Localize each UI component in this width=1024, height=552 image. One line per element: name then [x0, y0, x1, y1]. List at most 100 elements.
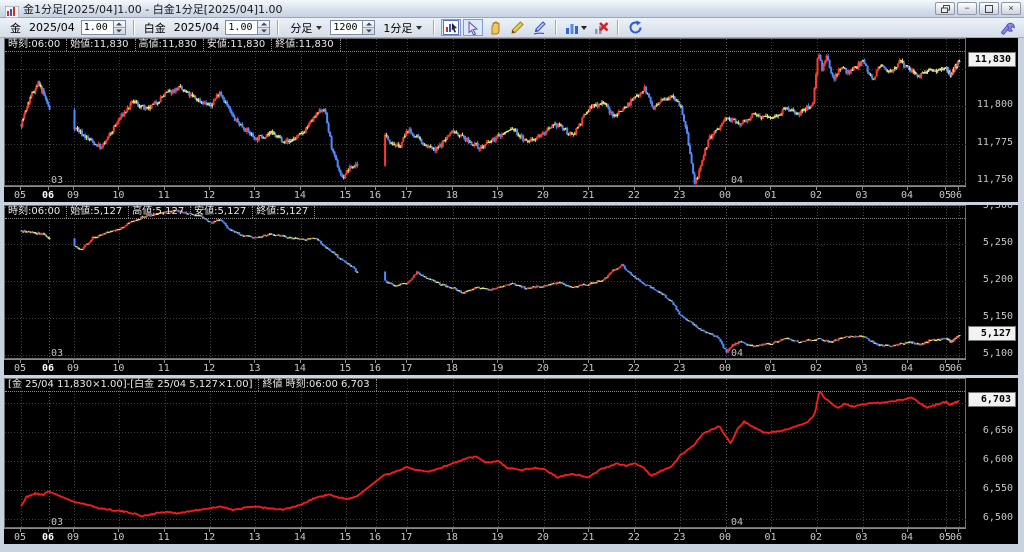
x-tick-label: 19 — [491, 190, 503, 201]
x-tick-label: 23 — [673, 363, 685, 374]
x-tick-label: 02 — [810, 532, 822, 543]
x-tick-label: 16 — [369, 532, 381, 543]
x-tick-label: 16 — [369, 190, 381, 201]
x-tick-label: 05 — [14, 363, 26, 374]
y-tick-label: 5,300 — [983, 205, 1013, 211]
x-tick-label: 18 — [446, 190, 458, 201]
chart-select-tool-button[interactable] — [441, 19, 461, 36]
y-tick-label: 5,250 — [983, 237, 1013, 248]
x-tick-label: 04 — [901, 532, 913, 543]
x-tick-label: 12 — [203, 363, 215, 374]
platinum-chart[interactable]: 0304 — [5, 206, 967, 360]
toolbar: 金 2025/04 白金 2025/04 分足 1分足 — [0, 18, 1024, 38]
x-tick-label: 20 — [537, 190, 549, 201]
x-tick-label: 02 — [810, 190, 822, 201]
chart-panel-spread: 0304[金 25/04 11,830×1.00]-[白金 25/04 5,12… — [4, 378, 1018, 544]
y-tick-label: 5,150 — [983, 311, 1013, 322]
bar-chart-icon — [565, 21, 587, 35]
pen-tool-button[interactable] — [529, 19, 549, 36]
x-tick-label: 19 — [491, 363, 503, 374]
x-tick-label: 09 — [67, 363, 79, 374]
x-tick-label: 01 — [764, 190, 776, 201]
bar-count-input[interactable] — [330, 20, 362, 35]
x-tick-label: 23 — [673, 190, 685, 201]
minimize-button[interactable]: − — [957, 2, 977, 15]
gold-month-label: 2025/04 — [29, 21, 75, 34]
indicator-menu-button[interactable] — [563, 19, 589, 36]
gold-x-axis: 0506091011121314151617181920212223000102… — [4, 186, 966, 202]
platinum-multiplier-input[interactable] — [225, 20, 257, 35]
bar-type-dropdown[interactable]: 分足 — [287, 19, 325, 37]
x-tick-label: 06 — [950, 190, 962, 201]
x-tick-label: 22 — [628, 190, 640, 201]
cursor-tool-button[interactable] — [463, 19, 483, 36]
x-tick-label: 01 — [764, 363, 776, 374]
x-tick-label: 04 — [901, 190, 913, 201]
y-tick-label: 11,800 — [977, 99, 1013, 110]
chevron-down-icon — [316, 26, 322, 30]
x-tick-label: 19 — [491, 532, 503, 543]
close-button[interactable]: × — [1001, 2, 1021, 15]
x-tick-label: 14 — [294, 363, 306, 374]
x-tick-label: 15 — [339, 363, 351, 374]
app-chart-icon — [5, 3, 19, 15]
x-tick-label: 12 — [203, 190, 215, 201]
interval-dropdown[interactable]: 1分足 — [380, 19, 425, 37]
titlebar: 金1分足[2025/04]1.00 - 白金1分足[2025/04]1.00 −… — [0, 0, 1024, 18]
x-tick-label: 18 — [446, 532, 458, 543]
x-tick-label: 06 — [42, 363, 54, 374]
platinum-multiplier-spinner[interactable] — [257, 20, 270, 35]
date-marker: 03 — [51, 348, 63, 359]
gold-multiplier-spinner[interactable] — [113, 20, 126, 35]
bar-count-spinner[interactable] — [362, 20, 375, 35]
x-tick-label: 03 — [855, 532, 867, 543]
x-tick-label: 13 — [248, 363, 260, 374]
wrench-icon — [1000, 20, 1015, 35]
gold-multiplier-input[interactable] — [81, 20, 113, 35]
float-window-button[interactable] — [935, 2, 955, 15]
chart-panel-platinum: 0304時刻:06:00始値:5,127高値:5,127安値:5,127終値:5… — [4, 205, 1018, 375]
pencil-tool-button[interactable] — [507, 19, 527, 36]
x-tick-label: 17 — [400, 532, 412, 543]
y-tick-label: 6,500 — [983, 512, 1013, 523]
gold-chart[interactable]: 0304 — [5, 39, 967, 187]
spread-plot-area[interactable]: 0304[金 25/04 11,830×1.00]-[白金 25/04 5,12… — [4, 378, 966, 528]
x-tick-label: 15 — [339, 190, 351, 201]
maximize-button[interactable] — [979, 2, 999, 15]
x-tick-label: 10 — [112, 190, 124, 201]
spread-x-axis: 0506091011121314151617181920212223000102… — [4, 528, 966, 544]
x-tick-label: 09 — [67, 532, 79, 543]
platinum-label: 白金 — [144, 20, 166, 36]
gold-plot-area[interactable]: 0304時刻:06:00始値:11,830高値:11,830安値:11,830終… — [4, 38, 966, 186]
spread-chart[interactable]: 0304 — [5, 379, 967, 529]
x-tick-label: 18 — [446, 363, 458, 374]
x-tick-label: 14 — [294, 190, 306, 201]
bar-type-label: 分足 — [290, 20, 312, 36]
date-marker: 03 — [51, 175, 63, 186]
y-tick-label: 6,600 — [983, 454, 1013, 465]
refresh-button[interactable] — [625, 19, 645, 36]
delete-chart-icon — [594, 21, 609, 35]
delete-indicator-button[interactable] — [591, 19, 611, 36]
toolbar-separator — [555, 20, 557, 35]
x-tick-label: 21 — [582, 532, 594, 543]
x-tick-label: 06 — [950, 532, 962, 543]
x-tick-label: 13 — [248, 532, 260, 543]
x-tick-label: 10 — [112, 363, 124, 374]
x-tick-label: 11 — [158, 363, 170, 374]
x-tick-label: 16 — [369, 363, 381, 374]
settings-button[interactable] — [997, 19, 1017, 36]
y-tick-label: 5,100 — [983, 348, 1013, 359]
x-tick-label: 15 — [339, 532, 351, 543]
y-tick-label: 11,750 — [977, 174, 1013, 185]
hand-icon — [488, 21, 502, 35]
chart-pointer-icon — [443, 20, 459, 35]
platinum-last-price-box: 5,127 — [968, 326, 1016, 341]
toolbar-separator — [617, 20, 619, 35]
platinum-plot-area[interactable]: 0304時刻:06:00始値:5,127高値:5,127安値:5,127終値:5… — [4, 205, 966, 359]
x-tick-label: 21 — [582, 190, 594, 201]
pan-tool-button[interactable] — [485, 19, 505, 36]
x-tick-label: 22 — [628, 532, 640, 543]
x-tick-label: 04 — [901, 363, 913, 374]
window-title: 金1分足[2025/04]1.00 - 白金1分足[2025/04]1.00 — [23, 1, 935, 17]
